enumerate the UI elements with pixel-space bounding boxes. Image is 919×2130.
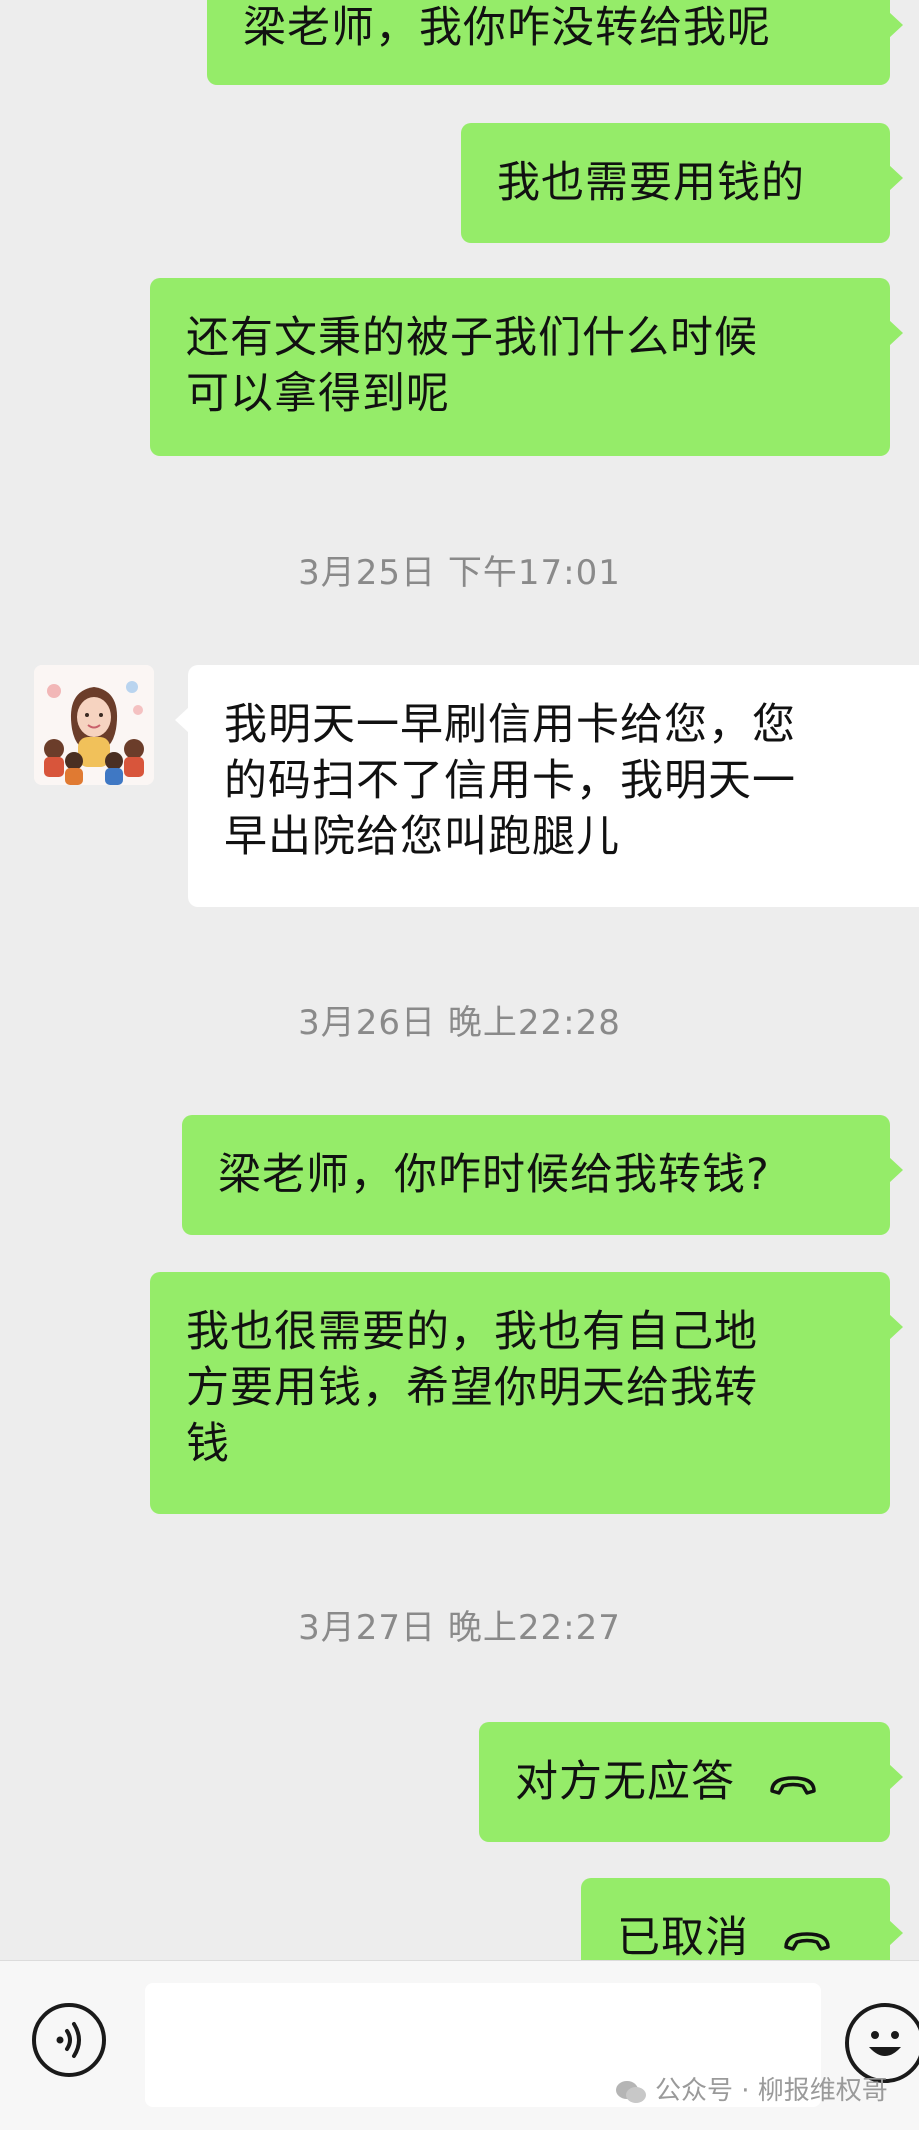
call-record-message[interactable]: 已取消 [581,1878,903,1960]
phone-hangup-icon [783,1931,830,1951]
message-text-line: 的码扫不了信用卡，我明天一 [224,756,796,806]
message-incoming[interactable]: 我明天一早刷信用卡给您，您 的码扫不了信用卡，我明天一 早出院给您叫跑腿儿 [175,665,919,907]
message-text-line: 方要用钱，希望你明天给我转 [186,1363,758,1413]
call-status-text: 已取消 [617,1913,749,1960]
message-outgoing[interactable]: 还有文秉的被子我们什么时候 可以拿得到呢 [150,278,903,456]
emoji-icon [869,2031,901,2056]
avatar-image [34,665,154,785]
message-outgoing[interactable]: 梁老师，我你咋没转给我呢 [207,0,903,85]
message-text-line: 钱 [186,1419,230,1469]
message-text: 我也需要用钱的 [497,158,805,208]
timestamp: 3月25日 下午17:01 [298,553,621,593]
voice-button[interactable] [32,2003,106,2077]
timestamp: 3月26日 晚上22:28 [298,1003,621,1043]
message-text-line: 早出院给您叫跑腿儿 [224,812,620,862]
message-text-line: 我明天一早刷信用卡给您，您 [224,700,796,750]
wechat-icon [616,2080,646,2103]
avatar[interactable] [34,665,154,785]
message-outgoing[interactable]: 我也很需要的，我也有自己地 方要用钱，希望你明天给我转 钱 [150,1272,903,1514]
message-text: 梁老师，你咋时候给我转钱? [218,1150,770,1200]
call-record-message[interactable]: 对方无应答 [479,1722,903,1842]
message-text: 梁老师，我你咋没转给我呢 [243,3,771,53]
watermark: 公众号 · 柳报维权哥 [615,2070,888,2107]
voice-icon [56,2022,81,2058]
timestamp: 3月27日 晚上22:27 [298,1608,621,1648]
call-status-text: 对方无应答 [515,1757,735,1807]
message-text-line: 我也很需要的，我也有自己地 [186,1307,758,1357]
message-text-line: 可以拿得到呢 [186,369,450,419]
message-text-line: 还有文秉的被子我们什么时候 [186,313,758,363]
watermark-text: 公众号 · 柳报维权哥 [655,2076,888,2106]
message-outgoing[interactable]: 梁老师，你咋时候给我转钱? [182,1115,903,1235]
phone-hangup-icon [769,1775,816,1795]
chat-area[interactable]: 梁老师，我你咋没转给我呢 我也需要用钱的 还有文秉的被子我们什么时候 可以拿得到… [0,0,919,1960]
message-outgoing[interactable]: 我也需要用钱的 [461,123,903,243]
